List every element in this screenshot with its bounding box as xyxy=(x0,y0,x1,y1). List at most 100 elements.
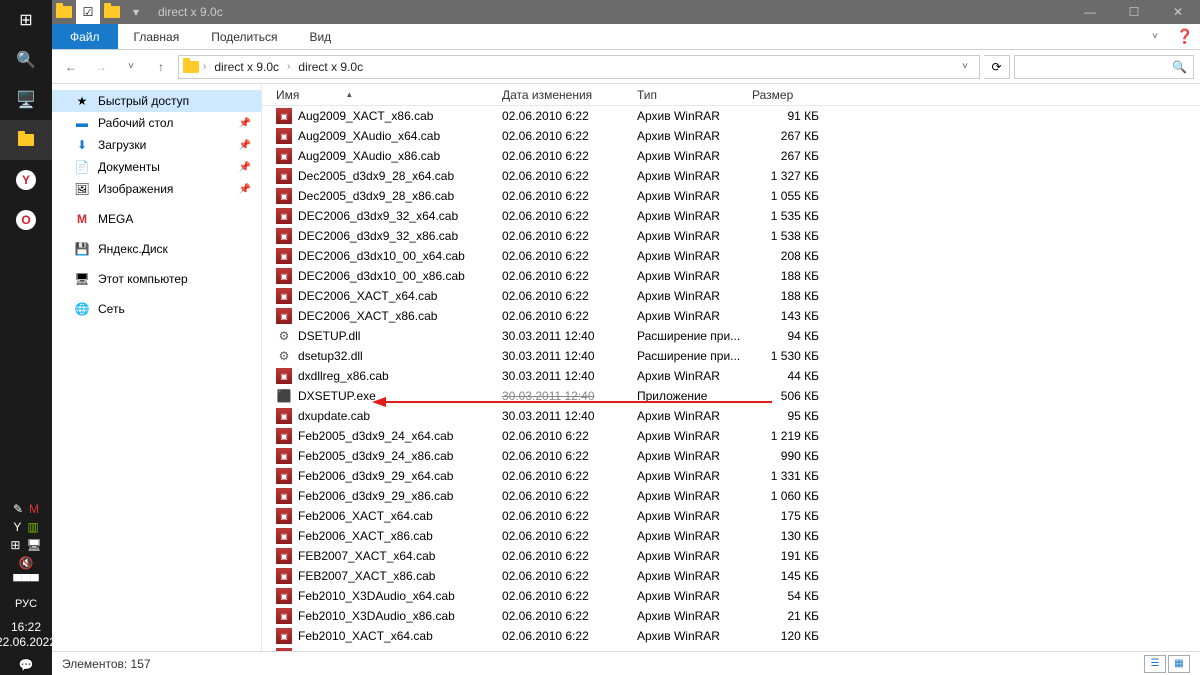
file-row[interactable]: ▣DEC2006_XACT_x64.cab02.06.2010 6:22Архи… xyxy=(262,286,1200,306)
column-date[interactable]: Дата изменения xyxy=(502,88,637,102)
column-name[interactable]: Имя▲ xyxy=(262,88,502,102)
file-date: 02.06.2010 6:22 xyxy=(502,289,637,303)
nav-this-pc[interactable]: 🖥Этот компьютер xyxy=(52,268,261,290)
file-row[interactable]: ▣FEB2007_XACT_x86.cab02.06.2010 6:22Архи… xyxy=(262,566,1200,586)
file-row[interactable]: ⚙DSETUP.dll30.03.2011 12:40Расширение пр… xyxy=(262,326,1200,346)
taskbar-explorer-icon[interactable] xyxy=(0,120,52,160)
file-row[interactable]: ▣DEC2006_XACT_x86.cab02.06.2010 6:22Архи… xyxy=(262,306,1200,326)
language-indicator[interactable]: РУС xyxy=(15,592,37,616)
forward-button[interactable]: → xyxy=(88,54,114,80)
file-row[interactable]: ▣dxdllreg_x86.cab30.03.2011 12:40Архив W… xyxy=(262,366,1200,386)
file-row[interactable]: ▣DEC2006_d3dx10_00_x64.cab02.06.2010 6:2… xyxy=(262,246,1200,266)
file-row[interactable]: ▣DEC2006_d3dx10_00_x86.cab02.06.2010 6:2… xyxy=(262,266,1200,286)
file-row[interactable]: ▣Feb2010_X3DAudio_x86.cab02.06.2010 6:22… xyxy=(262,606,1200,626)
file-size: 191 КБ xyxy=(752,549,827,563)
tray-icon[interactable]: M xyxy=(29,502,39,516)
ribbon-collapse-icon[interactable]: ˅ xyxy=(1140,24,1170,49)
taskbar-opera-icon[interactable]: O xyxy=(0,200,52,240)
nav-quick-access[interactable]: ★Быстрый доступ xyxy=(52,90,261,112)
taskbar-clock[interactable]: 16:22 22.06.2022 xyxy=(0,616,56,655)
chevron-right-icon[interactable]: › xyxy=(285,61,292,72)
nav-desktop[interactable]: ▬Рабочий стол📌 xyxy=(52,112,261,134)
file-row[interactable]: ▣DEC2006_d3dx9_32_x86.cab02.06.2010 6:22… xyxy=(262,226,1200,246)
file-row[interactable]: ▣FEB2007_XACT_x64.cab02.06.2010 6:22Архи… xyxy=(262,546,1200,566)
file-row[interactable]: ▣Feb2010_XACT_x64.cab02.06.2010 6:22Архи… xyxy=(262,626,1200,646)
breadcrumb[interactable]: › direct x 9.0c › direct x 9.0c ˅ xyxy=(178,55,980,79)
help-icon[interactable]: ❓ xyxy=(1170,24,1200,49)
taskbar-yandex-icon[interactable]: Y xyxy=(0,160,52,200)
file-row[interactable]: ▣Feb2006_d3dx9_29_x86.cab02.06.2010 6:22… xyxy=(262,486,1200,506)
nav-yandex-disk[interactable]: 💾Яндекс.Диск xyxy=(52,238,261,260)
nav-mega[interactable]: MMEGA xyxy=(52,208,261,230)
taskbar-search-icon[interactable]: 🔍 xyxy=(0,40,52,80)
close-button[interactable]: ✕ xyxy=(1156,0,1200,24)
system-tray[interactable]: ✎ M Y ▥ ⊞ 🖥 🔇 ▀▀▀ xyxy=(0,498,52,592)
file-size: 267 КБ xyxy=(752,149,827,163)
column-size[interactable]: Размер xyxy=(752,88,827,102)
file-row[interactable]: ▣Feb2005_d3dx9_24_x86.cab02.06.2010 6:22… xyxy=(262,446,1200,466)
nav-documents[interactable]: 📄Документы📌 xyxy=(52,156,261,178)
tray-icon[interactable]: 🖥 xyxy=(26,538,41,552)
file-name: DEC2006_d3dx9_32_x86.cab xyxy=(298,229,458,243)
tab-home[interactable]: Главная xyxy=(118,24,196,49)
breadcrumb-item[interactable]: direct x 9.0c xyxy=(210,60,283,74)
file-row[interactable]: ▣Aug2009_XAudio_x86.cab02.06.2010 6:22Ар… xyxy=(262,146,1200,166)
file-row[interactable]: ▣Feb2010_XACT_x86.cab02.06.2010 6:22Архи… xyxy=(262,646,1200,651)
up-button[interactable]: ↑ xyxy=(148,54,174,80)
volume-mute-icon[interactable]: 🔇 xyxy=(19,556,34,570)
tray-overflow-icon[interactable]: ▀▀▀ xyxy=(13,574,39,588)
taskbar-monitor-icon[interactable]: 🖥️ xyxy=(0,80,52,120)
file-row[interactable]: ▣Aug2009_XACT_x86.cab02.06.2010 6:22Архи… xyxy=(262,106,1200,126)
file-icon: ⚙ xyxy=(276,328,292,344)
address-dropdown-icon[interactable]: ˅ xyxy=(955,61,975,72)
tab-file[interactable]: Файл xyxy=(52,24,118,49)
chevron-right-icon[interactable]: › xyxy=(201,61,208,72)
breadcrumb-item[interactable]: direct x 9.0c xyxy=(294,60,367,74)
view-icons-button[interactable]: ▦ xyxy=(1168,655,1190,673)
file-row[interactable]: ▣dxupdate.cab30.03.2011 12:40Архив WinRA… xyxy=(262,406,1200,426)
search-input[interactable]: 🔍 xyxy=(1014,55,1194,79)
file-row[interactable]: ▣Feb2006_XACT_x64.cab02.06.2010 6:22Архи… xyxy=(262,506,1200,526)
minimize-button[interactable]: — xyxy=(1068,0,1112,24)
notification-icon[interactable]: 💬 xyxy=(0,655,52,675)
file-row[interactable]: ▣Dec2005_d3dx9_28_x64.cab02.06.2010 6:22… xyxy=(262,166,1200,186)
file-row[interactable]: ▣DEC2006_d3dx9_32_x64.cab02.06.2010 6:22… xyxy=(262,206,1200,226)
file-icon: ▣ xyxy=(276,588,292,604)
file-date: 02.06.2010 6:22 xyxy=(502,569,637,583)
refresh-button[interactable]: ⟳ xyxy=(984,55,1010,79)
qat-folder-icon[interactable] xyxy=(52,0,76,24)
qat-properties-icon[interactable]: ☑ xyxy=(76,0,100,24)
start-button[interactable]: ⊞ xyxy=(0,0,52,40)
tray-icon[interactable]: ▥ xyxy=(27,520,38,534)
file-row[interactable]: ▣Feb2005_d3dx9_24_x64.cab02.06.2010 6:22… xyxy=(262,426,1200,446)
back-button[interactable]: ← xyxy=(58,54,84,80)
file-name: DEC2006_d3dx9_32_x64.cab xyxy=(298,209,458,223)
file-row[interactable]: ▣Feb2006_d3dx9_29_x64.cab02.06.2010 6:22… xyxy=(262,466,1200,486)
file-row[interactable]: ⚙dsetup32.dll30.03.2011 12:40Расширение … xyxy=(262,346,1200,366)
file-date: 02.06.2010 6:22 xyxy=(502,309,637,323)
file-row[interactable]: ▣Dec2005_d3dx9_28_x86.cab02.06.2010 6:22… xyxy=(262,186,1200,206)
nav-pictures[interactable]: 🖼Изображения📌 xyxy=(52,178,261,200)
nav-network[interactable]: 🌐Сеть xyxy=(52,298,261,320)
file-type: Архив WinRAR xyxy=(637,149,752,163)
column-type[interactable]: Тип xyxy=(637,88,752,102)
search-icon: 🔍 xyxy=(1172,60,1187,74)
file-icon: ▣ xyxy=(276,508,292,524)
view-details-button[interactable]: ☰ xyxy=(1144,655,1166,673)
file-row[interactable]: ▣Aug2009_XAudio_x64.cab02.06.2010 6:22Ар… xyxy=(262,126,1200,146)
nav-downloads[interactable]: ⬇Загрузки📌 xyxy=(52,134,261,156)
history-dropdown[interactable]: ˅ xyxy=(118,54,144,80)
tab-view[interactable]: Вид xyxy=(293,24,347,49)
maximize-button[interactable]: ☐ xyxy=(1112,0,1156,24)
tray-icon[interactable]: ⊞ xyxy=(10,538,20,552)
file-name: Dec2005_d3dx9_28_x86.cab xyxy=(298,189,454,203)
file-row[interactable]: ⬛DXSETUP.exe30.03.2011 12:40Приложение50… xyxy=(262,386,1200,406)
file-row[interactable]: ▣Feb2006_XACT_x86.cab02.06.2010 6:22Архи… xyxy=(262,526,1200,546)
tab-share[interactable]: Поделиться xyxy=(195,24,293,49)
file-size: 120 КБ xyxy=(752,629,827,643)
tray-icon[interactable]: ✎ xyxy=(13,502,23,516)
file-row[interactable]: ▣Feb2010_X3DAudio_x64.cab02.06.2010 6:22… xyxy=(262,586,1200,606)
tray-icon[interactable]: Y xyxy=(13,520,21,534)
qat-dropdown-icon[interactable]: ▾ xyxy=(124,0,148,24)
qat-newfolder-icon[interactable] xyxy=(100,0,124,24)
